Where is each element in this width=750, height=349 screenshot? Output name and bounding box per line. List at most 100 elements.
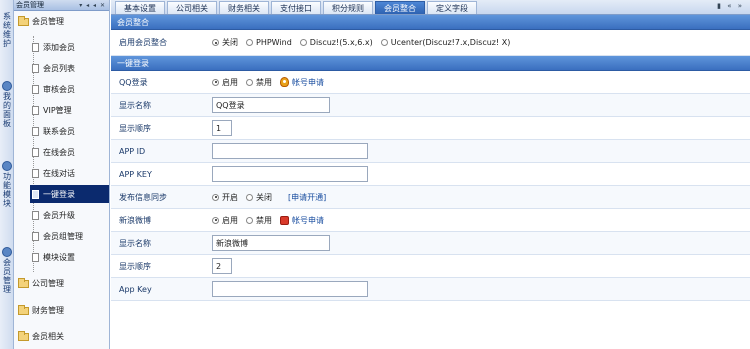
home-icon: [2, 81, 12, 91]
radio-qq-enable[interactable]: 启用: [212, 77, 238, 88]
sidebar-header: 会员管理 ▾ ◂ ◂ ✕: [14, 0, 109, 11]
field-label: 新浪微博: [119, 215, 151, 225]
tree-group-member-management[interactable]: 会员管理: [18, 15, 64, 27]
sidebar-item-online-chat[interactable]: 在线对话: [30, 164, 109, 182]
integration-options: 关闭 PHPWind Discuz!(5.x,6.x) Ucenter(Disc…: [212, 37, 750, 48]
sidebar-item-online-member[interactable]: 在线会员: [30, 143, 109, 161]
vtab-char: 理: [3, 285, 11, 294]
tab-finance[interactable]: 财务相关: [219, 1, 269, 14]
radio-integration-phpwind[interactable]: PHPWind: [246, 38, 292, 47]
radio-integration-off[interactable]: 关闭: [212, 37, 238, 48]
radio-sync-off[interactable]: 关闭: [246, 192, 272, 203]
radio-integration-ucenter[interactable]: Ucenter(Discuz!7.x,Discuz! X): [380, 38, 510, 47]
integration-form: 启用会员整合 关闭 PHPWind Discuz!(5.x,6.x) Ucent…: [111, 30, 750, 56]
sidebar-item-label: 会员组管理: [43, 231, 83, 241]
sidebar-item-oneclick-login[interactable]: 一键登录: [30, 185, 109, 203]
tab-member-integration[interactable]: 会员整合: [375, 1, 425, 14]
page-icon: [32, 42, 39, 52]
weibo-icon: [280, 215, 289, 225]
tree-group-finance[interactable]: 财务管理: [18, 304, 64, 316]
user-icon: [2, 247, 12, 257]
radio-label: 启用: [222, 77, 238, 87]
tree-group-member-related[interactable]: 会员相关: [18, 330, 64, 342]
sync-apply-link[interactable]: [申请开通]: [288, 192, 326, 203]
radio-weibo-disable[interactable]: 禁用: [246, 215, 272, 226]
apply-label: 帐号申请: [292, 215, 324, 225]
sidebar-item-member-upgrade[interactable]: 会员升级: [30, 206, 109, 224]
vtab-char: 维: [3, 30, 11, 39]
tab-basic-settings[interactable]: 基本设置: [115, 1, 165, 14]
radio-qq-disable[interactable]: 禁用: [246, 77, 272, 88]
qq-app-key-input[interactable]: [212, 166, 368, 182]
radio-label: 禁用: [256, 77, 272, 87]
vtab-member-management[interactable]: 会 员 管 理: [0, 246, 14, 294]
sidebar-item-add-member[interactable]: 添加会员: [30, 38, 109, 56]
tab-points[interactable]: 积分规则: [323, 1, 373, 14]
tree-group-label: 公司管理: [32, 279, 64, 288]
qq-apply-link[interactable]: 帐号申请: [280, 77, 324, 88]
radio-label: Discuz!(5.x,6.x): [309, 38, 373, 47]
integration-row: 启用会员整合 关闭 PHPWind Discuz!(5.x,6.x) Ucent…: [111, 30, 750, 56]
qq-display-order-input[interactable]: 1: [212, 120, 232, 136]
weibo-apply-link[interactable]: 帐号申请: [280, 215, 324, 226]
section-header-oneclick-login: 一键登录: [111, 56, 750, 71]
sidebar-item-label: 在线会员: [43, 147, 75, 157]
field-label: App Key: [119, 284, 152, 294]
vtab-system-maintenance[interactable]: 系 统 维 护: [0, 12, 14, 48]
sidebar-item-module-settings[interactable]: 模块设置: [30, 248, 109, 266]
folder-icon: [18, 15, 29, 26]
tree-group-label: 财务管理: [32, 306, 64, 315]
radio-dot: [246, 39, 253, 46]
sidebar-window-controls[interactable]: ▾ ◂ ◂ ✕: [79, 2, 109, 9]
weibo-app-key-input[interactable]: [212, 281, 368, 297]
radio-dot: [246, 78, 253, 86]
vtab-char: 面: [3, 110, 11, 119]
radio-label: 启用: [222, 215, 238, 225]
tab-company[interactable]: 公司相关: [167, 1, 217, 14]
qq-name-row: 显示名称 QQ登录: [111, 94, 750, 117]
qq-login-row: QQ登录 启用 禁用 帐号申请: [111, 71, 750, 94]
radio-dot: [212, 39, 219, 46]
radio-integration-discuz[interactable]: Discuz!(5.x,6.x): [299, 38, 373, 47]
qq-appkey-row: APP KEY: [111, 163, 750, 186]
weibo-display-name-input[interactable]: 新浪微博: [212, 235, 330, 251]
sidebar-item-label: 会员升级: [43, 210, 75, 220]
tab-scroll-controls[interactable]: ▮ « »: [717, 2, 744, 10]
sidebar-title: 会员管理: [16, 1, 44, 9]
weibo-appkey-row: App Key: [111, 278, 750, 301]
sidebar-item-label: 会员列表: [43, 63, 75, 73]
folder-icon: [18, 304, 29, 315]
settings-tab-bar: 基本设置 公司相关 财务相关 支付接口 积分规则 会员整合 定义字段 ▮ « »: [111, 0, 750, 15]
sidebar-item-review-member[interactable]: 审核会员: [30, 80, 109, 98]
field-label: 显示顺序: [119, 261, 151, 271]
vtab-function-modules[interactable]: 功 能 模 块: [0, 160, 14, 208]
weibo-display-order-input[interactable]: 2: [212, 258, 232, 274]
qq-app-id-input[interactable]: [212, 143, 368, 159]
sidebar-item-member-groups[interactable]: 会员组管理: [30, 227, 109, 245]
vtab-char: 模: [3, 190, 11, 199]
radio-weibo-enable[interactable]: 启用: [212, 215, 238, 226]
vtab-char: 系: [3, 12, 11, 21]
tab-custom-fields[interactable]: 定义字段: [427, 1, 477, 14]
sidebar-item-vip[interactable]: VIP管理: [30, 101, 109, 119]
field-label: 发布信息同步: [119, 192, 167, 202]
tab-payment[interactable]: 支付接口: [271, 1, 321, 14]
sidebar-item-label: 模块设置: [43, 252, 75, 262]
oneclick-form: QQ登录 启用 禁用 帐号申请 显示名称 QQ登录 显示顺序 1 APP ID …: [111, 71, 750, 301]
vtab-char: 护: [3, 39, 11, 48]
radio-sync-on[interactable]: 开启: [212, 192, 238, 203]
tree-group-company[interactable]: 公司管理: [18, 277, 64, 289]
qq-display-name-input[interactable]: QQ登录: [212, 97, 330, 113]
folder-icon: [18, 277, 29, 288]
field-label: QQ登录: [119, 77, 148, 87]
sidebar-item-member-list[interactable]: 会员列表: [30, 59, 109, 77]
vtab-my-panel[interactable]: 我 的 面 板: [0, 80, 14, 128]
vtab-char: 功: [3, 172, 11, 181]
vtab-char: 会: [3, 258, 11, 267]
qq-order-row: 显示顺序 1: [111, 117, 750, 140]
page-icon: [32, 231, 39, 241]
radio-label: 禁用: [256, 215, 272, 225]
vtab-char: 的: [3, 101, 11, 110]
vtab-char: 能: [3, 181, 11, 190]
sidebar-item-contact-member[interactable]: 联系会员: [30, 122, 109, 140]
